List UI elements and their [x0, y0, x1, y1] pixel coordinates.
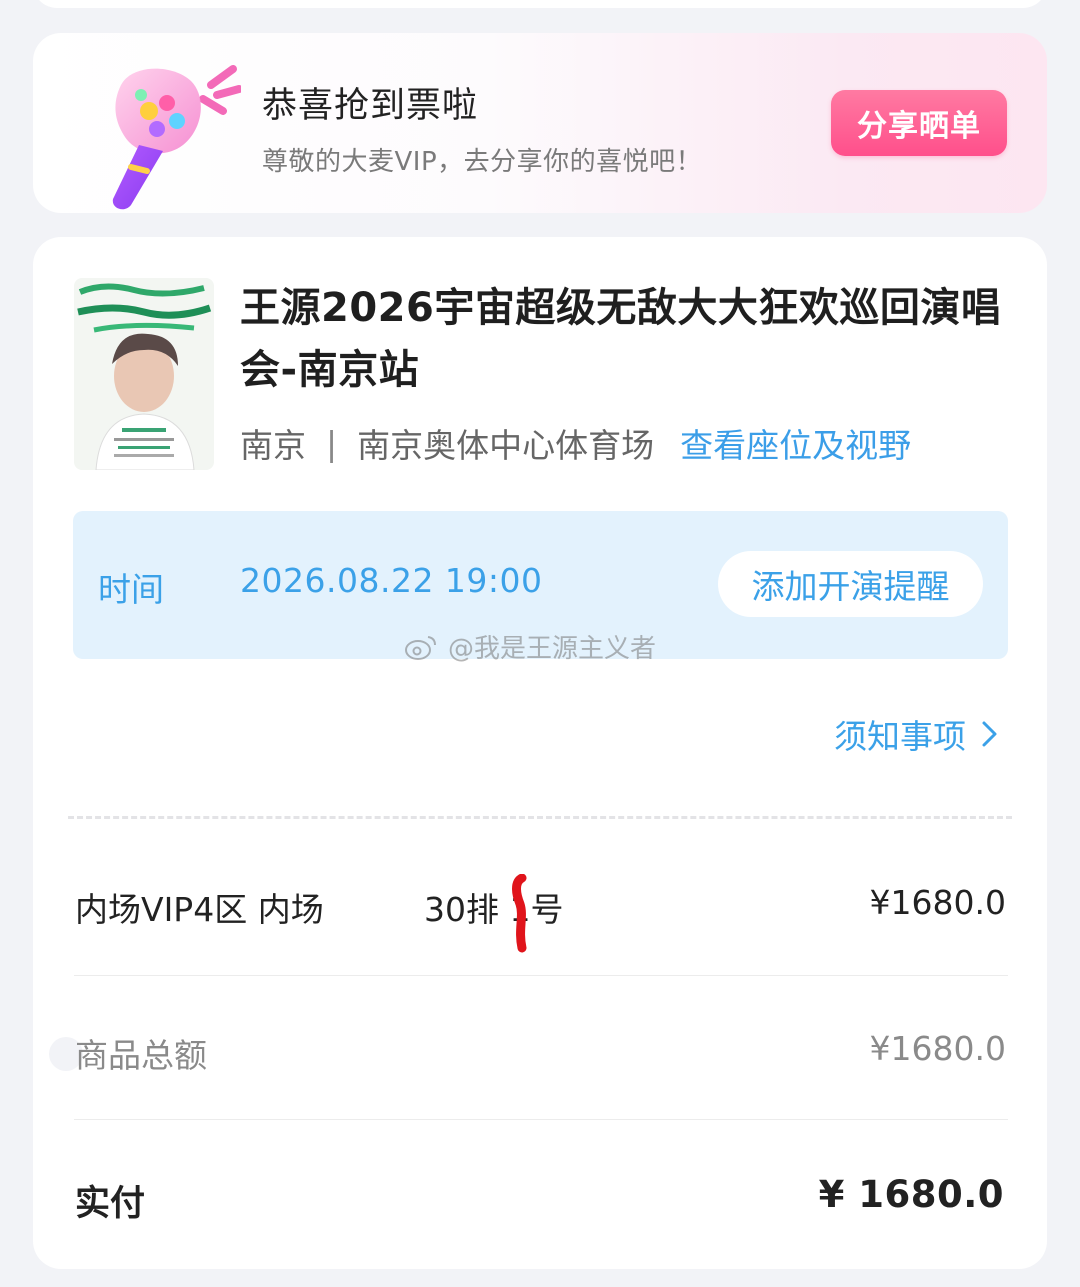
seat-number-scribble — [512, 874, 527, 953]
event-venue: 南京奥体中心体育场 — [357, 426, 655, 465]
row-divider — [74, 975, 1008, 976]
time-label: 时间 — [98, 570, 164, 609]
event-city: 南京 — [240, 426, 306, 465]
notice-link[interactable]: 须知事项 — [834, 710, 1000, 758]
goods-total-value: ¥1680.0 — [869, 1029, 1006, 1068]
ticket-zone: 内场VIP4区 内场 — [75, 890, 324, 929]
event-title: 王源2026宇宙超级无敌大大狂欢巡回演唱会-南京站 — [240, 285, 1002, 393]
ticket-notch-right — [1063, 1037, 1080, 1071]
lightstick-illustration — [112, 65, 241, 210]
ticket-price: ¥1680.0 — [869, 883, 1006, 922]
banner-title: 恭喜抢到票啦 — [262, 86, 479, 126]
order-success-page: 恭喜抢到票啦 尊敬的大麦VIP，去分享你的喜悦吧！ 分享晒单 王源2026宇宙超… — [0, 0, 1080, 1287]
share-button[interactable]: 分享晒单 — [831, 90, 1007, 156]
location-separator: | — [326, 423, 338, 463]
ticket-perforation — [68, 816, 1012, 819]
weibo-icon — [405, 635, 436, 660]
paid-label: 实付 — [75, 1184, 146, 1224]
add-reminder-button[interactable]: 添加开演提醒 — [718, 551, 983, 617]
notice-label: 须知事项 — [834, 717, 966, 756]
goods-total-label: 商品总额 — [75, 1036, 207, 1075]
paid-amount: ¥ 1680.0 — [818, 1173, 1004, 1216]
seat-view-link[interactable]: 查看座位及视野 — [680, 419, 911, 467]
share-banner: 恭喜抢到票啦 尊敬的大麦VIP，去分享你的喜悦吧！ 分享晒单 — [33, 33, 1047, 213]
chevron-right-icon — [982, 721, 997, 747]
previous-card-edge — [33, 0, 1047, 8]
banner-subtitle: 尊敬的大麦VIP，去分享你的喜悦吧！ — [262, 147, 703, 177]
show-datetime: 2026.08.22 19:00 — [240, 561, 543, 600]
weibo-watermark: @我是王源主义者 — [404, 628, 656, 665]
event-location: 南京 | 南京奥体中心体育场 查看座位及视野 — [240, 419, 911, 467]
row-divider — [74, 1119, 1008, 1120]
watermark-text: @我是王源主义者 — [448, 634, 657, 664]
ticket-seat: 30排 1号 — [424, 890, 564, 929]
event-poster[interactable] — [74, 278, 214, 470]
